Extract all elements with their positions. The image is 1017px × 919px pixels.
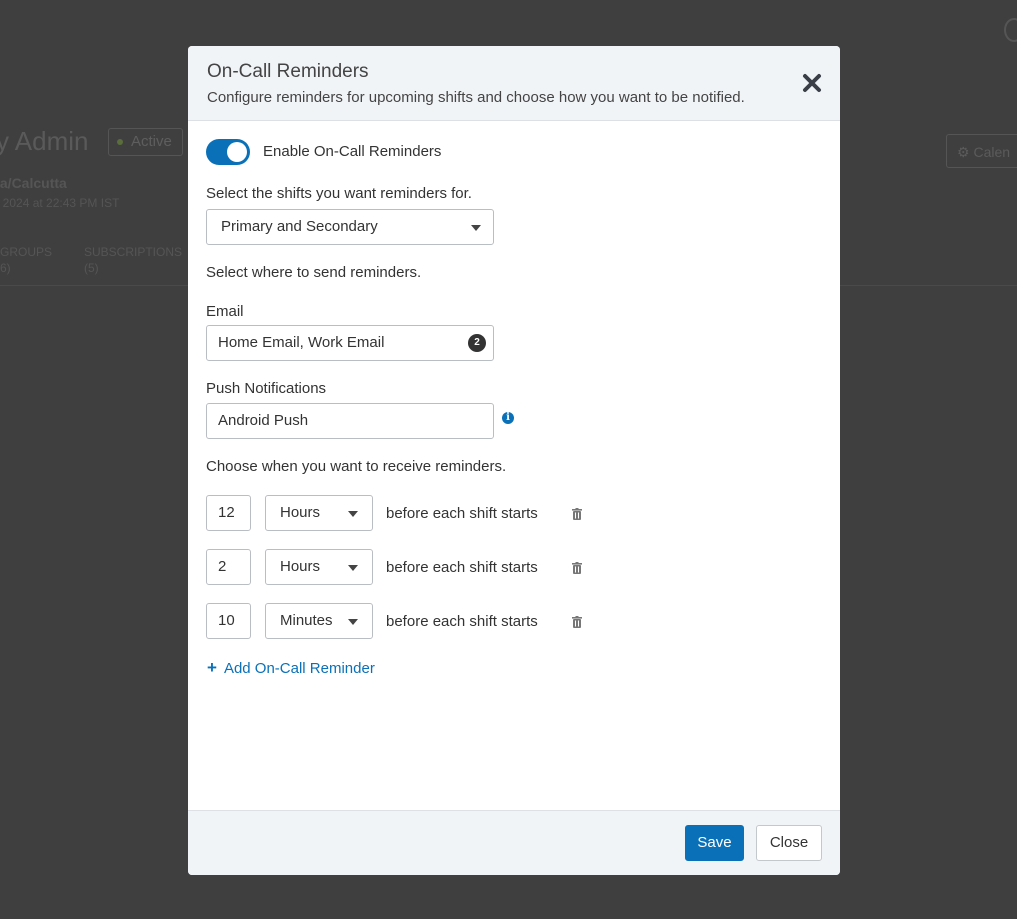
bg-tab-groups: GROUPS 6)	[0, 244, 52, 276]
chevron-down-icon	[348, 619, 358, 625]
reminder-suffix: before each shift starts	[386, 505, 538, 522]
bg-status-text: Active	[131, 133, 172, 150]
trash-icon[interactable]	[572, 615, 582, 628]
push-field-value: Android Push	[218, 412, 309, 429]
enable-reminders-toggle[interactable]	[206, 139, 250, 165]
reminder-suffix: before each shift starts	[386, 559, 538, 576]
bg-corner-icon	[1004, 18, 1017, 42]
add-reminder-link[interactable]: + Add On-Call Reminder	[207, 658, 375, 678]
bg-calendar-label: Calen	[973, 144, 1011, 160]
trash-icon[interactable]	[572, 561, 582, 574]
reminder-amount-input[interactable]: 12	[206, 495, 251, 531]
modal-subtitle: Configure reminders for upcoming shifts …	[207, 89, 745, 106]
email-field-value: Home Email, Work Email	[218, 334, 385, 351]
reminder-unit-select[interactable]: Minutes	[265, 603, 373, 639]
reminder-unit-value: Hours	[280, 558, 321, 575]
gear-icon: ⚙	[957, 144, 970, 160]
bg-tab-subscriptions-count: (5)	[84, 261, 99, 275]
toggle-knob	[227, 142, 247, 162]
reminder-amount-input[interactable]: 2	[206, 549, 251, 585]
on-call-reminders-modal: On-Call Reminders Configure reminders fo…	[188, 46, 840, 875]
email-label: Email	[206, 303, 244, 320]
email-field[interactable]: Home Email, Work Email 2	[206, 325, 494, 361]
bg-tab-subscriptions-label: SUBSCRIPTIONS	[84, 245, 183, 259]
bg-timezone: ia/Calcutta	[0, 175, 67, 191]
push-label: Push Notifications	[206, 380, 327, 397]
status-dot	[117, 139, 123, 146]
bg-date: , 2024 at 22:43 PM IST	[0, 196, 120, 210]
chevron-down-icon	[471, 225, 481, 231]
shifts-select[interactable]: Primary and Secondary	[206, 209, 494, 245]
bg-page-title: y Admin	[0, 126, 89, 156]
send-where-label: Select where to send reminders.	[206, 264, 422, 281]
bg-tab-groups-label: GROUPS	[0, 245, 53, 259]
modal-header: On-Call Reminders Configure reminders fo…	[188, 46, 840, 121]
enable-reminders-label: Enable On-Call Reminders	[263, 143, 442, 160]
plus-icon: +	[207, 658, 217, 677]
when-label: Choose when you want to receive reminder…	[206, 458, 507, 475]
reminder-unit-value: Minutes	[280, 612, 333, 629]
reminder-amount-value: 10	[218, 612, 235, 629]
shifts-label: Select the shifts you want reminders for…	[206, 185, 472, 202]
save-button[interactable]: Save	[685, 825, 744, 861]
bg-tab-groups-count: 6)	[0, 261, 11, 275]
reminder-unit-select[interactable]: Hours	[265, 549, 373, 585]
modal-title: On-Call Reminders	[207, 61, 369, 82]
trash-icon[interactable]	[572, 507, 582, 520]
email-count-badge: 2	[468, 334, 486, 352]
push-notifications-field[interactable]: Android Push	[206, 403, 494, 439]
reminder-unit-value: Hours	[280, 504, 321, 521]
close-icon[interactable]	[801, 72, 823, 94]
bg-calendar-button: ⚙ Calen	[946, 134, 1017, 168]
chevron-down-icon	[348, 511, 358, 517]
info-icon[interactable]: i	[502, 412, 514, 424]
reminder-amount-input[interactable]: 10	[206, 603, 251, 639]
bg-status-badge: Active	[108, 128, 183, 156]
close-button[interactable]: Close	[756, 825, 822, 861]
chevron-down-icon	[348, 565, 358, 571]
add-reminder-label: Add On-Call Reminder	[223, 660, 375, 677]
bg-tab-subscriptions: SUBSCRIPTIONS (5)	[84, 244, 182, 276]
reminder-amount-value: 2	[218, 558, 227, 575]
reminder-suffix: before each shift starts	[386, 613, 538, 630]
modal-footer: Save Close	[188, 810, 840, 875]
shifts-select-value: Primary and Secondary	[221, 218, 378, 235]
reminder-unit-select[interactable]: Hours	[265, 495, 373, 531]
reminder-amount-value: 12	[218, 504, 235, 521]
